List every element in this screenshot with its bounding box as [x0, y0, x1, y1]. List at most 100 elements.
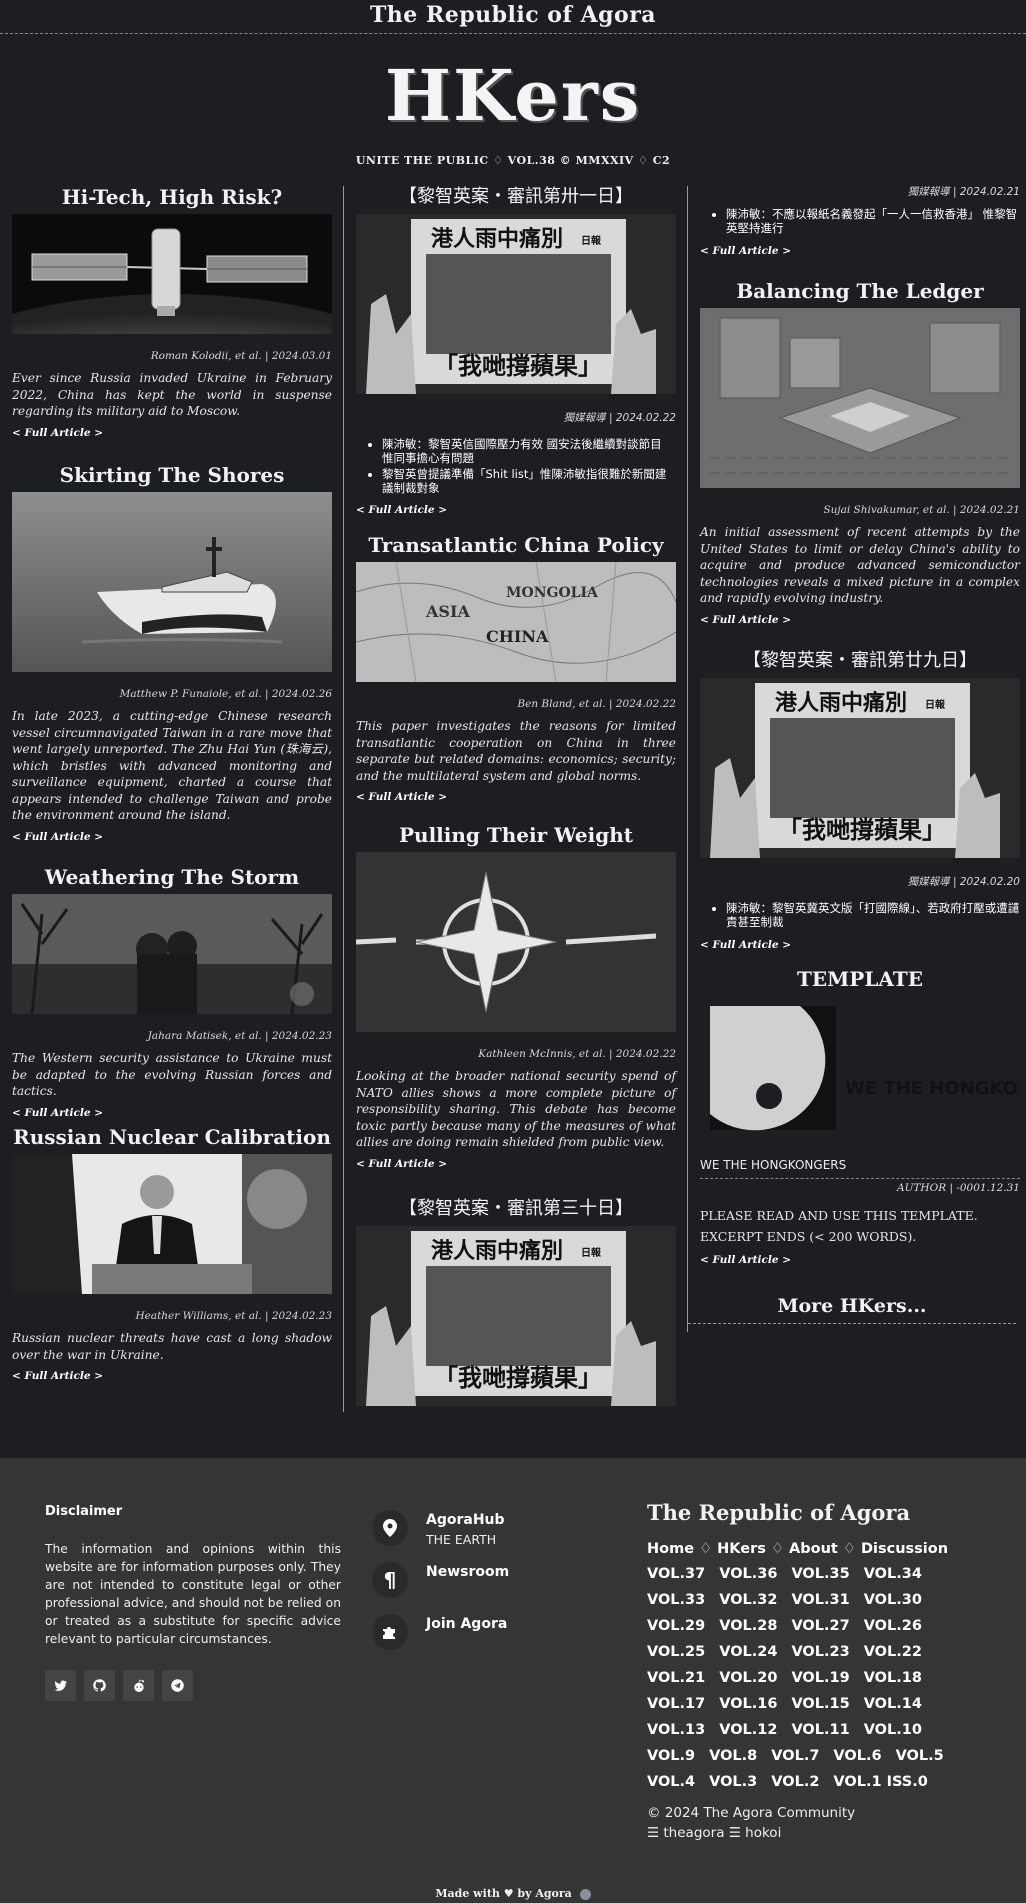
nav-discussion[interactable]: Discussion	[861, 1541, 948, 1557]
volume-link[interactable]: VOL.15	[791, 1691, 849, 1717]
template-body-1: PLEASE READ AND USE THIS TEMPLATE.	[700, 1208, 978, 1223]
article-image-newspaper[interactable]: 港人雨中痛別 日報 「我哋撐蘋果」	[356, 214, 676, 394]
article-image-map[interactable]: MONGOLIA ASIA CHINA	[356, 562, 676, 682]
github-icon[interactable]	[84, 1670, 115, 1701]
full-article-link[interactable]: < Full Article >	[12, 1107, 332, 1119]
newspaper-illustration: 港人雨中痛別 日報 「我哋撐蘋果」	[356, 214, 676, 394]
article-byline: 獨媒報導 | 2024.02.20	[907, 876, 1020, 888]
nav-home[interactable]: Home	[647, 1541, 694, 1557]
volume-link[interactable]: VOL.33	[647, 1587, 705, 1613]
site-title[interactable]: The Republic of Agora	[370, 2, 656, 28]
volume-link[interactable]: VOL.16	[719, 1691, 777, 1717]
article-image-satellite[interactable]	[12, 214, 332, 334]
volume-link[interactable]: VOL.7	[771, 1743, 819, 1769]
volume-link[interactable]: VOL.29	[647, 1613, 705, 1639]
volume-link[interactable]: VOL.22	[864, 1639, 922, 1665]
volume-link[interactable]: VOL.12	[719, 1717, 777, 1743]
volume-link[interactable]: VOL.30	[864, 1587, 922, 1613]
article-image-ship[interactable]	[12, 492, 332, 672]
volume-link[interactable]: VOL.27	[791, 1613, 849, 1639]
volume-link[interactable]: VOL.34	[864, 1561, 922, 1587]
volume-link[interactable]: VOL.35	[791, 1561, 849, 1587]
article-card: Russian Nuclear Calibration Heather Will…	[12, 1124, 332, 1382]
volume-link[interactable]: VOL.23	[791, 1639, 849, 1665]
location-pin-icon	[372, 1510, 408, 1546]
disclaimer-title: Disclaimer	[45, 1504, 123, 1519]
volume-link[interactable]: VOL.17	[647, 1691, 705, 1717]
volume-link[interactable]: VOL.1 ISS.0	[833, 1769, 927, 1795]
volume-link[interactable]: VOL.4	[647, 1769, 695, 1795]
volume-link[interactable]: VOL.21	[647, 1665, 705, 1691]
article-title[interactable]: Hi-Tech, High Risk?	[12, 184, 332, 210]
article-title[interactable]: 【黎智英案・審訊第卅一日】	[356, 184, 676, 210]
reddit-icon[interactable]	[123, 1670, 154, 1701]
more-hkers-link[interactable]: More HKers...	[777, 1295, 926, 1317]
volume-link[interactable]: VOL.32	[719, 1587, 777, 1613]
footer-logo[interactable]: The Republic of Agora	[647, 1500, 987, 1525]
newspaper-masthead: 日報	[581, 1246, 602, 1259]
article-title[interactable]: 【黎智英案・審訊第三十日】	[356, 1196, 676, 1222]
full-article-link[interactable]: < Full Article >	[700, 1254, 1020, 1266]
article-byline: Sujai Shivakumar, et al. | 2024.02.21	[823, 504, 1020, 516]
full-article-link[interactable]: < Full Article >	[12, 1370, 332, 1382]
template-meta: AUTHOR | -0001.12.31	[700, 1178, 1020, 1194]
nav-hkers[interactable]: HKers	[717, 1541, 766, 1557]
volume-link[interactable]: VOL.6	[833, 1743, 881, 1769]
article-image-template-logo[interactable]: WE THE HONGKONGERS	[700, 996, 1020, 1136]
volume-link[interactable]: VOL.25	[647, 1639, 705, 1665]
telegram-icon[interactable]	[162, 1670, 193, 1701]
volume-link[interactable]: VOL.24	[719, 1639, 777, 1665]
full-article-link[interactable]: < Full Article >	[700, 245, 1020, 257]
volume-link[interactable]: VOL.10	[864, 1717, 922, 1743]
article-card: 獨媒報導 | 2024.02.21 陳沛敏：不應以報紙名義發起「一人一信救香港」…	[700, 184, 1020, 257]
volume-link[interactable]: VOL.8	[709, 1743, 757, 1769]
article-title[interactable]: Transatlantic China Policy	[356, 532, 676, 558]
full-article-link[interactable]: < Full Article >	[356, 504, 676, 516]
volume-link[interactable]: VOL.28	[719, 1613, 777, 1639]
article-byline: Matthew P. Funaiole, et al. | 2024.02.26	[119, 688, 332, 700]
made-with-credit: Made with ♥ by Agora	[0, 1887, 1026, 1900]
full-article-link[interactable]: < Full Article >	[356, 791, 676, 803]
article-title[interactable]: 【黎智英案・審訊第廿九日】	[700, 648, 1020, 674]
full-article-link[interactable]: < Full Article >	[12, 427, 332, 439]
full-article-link[interactable]: < Full Article >	[12, 831, 332, 843]
article-title[interactable]: Weathering The Storm	[12, 864, 332, 890]
nato-flag-illustration	[356, 852, 676, 1032]
masthead: HKers	[0, 34, 1026, 146]
article-image-nato-flag[interactable]	[356, 852, 676, 1032]
volume-link[interactable]: VOL.37	[647, 1561, 705, 1587]
article-title[interactable]: Russian Nuclear Calibration	[12, 1124, 332, 1150]
volume-link[interactable]: VOL.5	[896, 1743, 944, 1769]
article-title[interactable]: TEMPLATE	[700, 966, 1020, 992]
article-image-soldiers[interactable]	[12, 894, 332, 1014]
volume-link[interactable]: VOL.26	[864, 1613, 922, 1639]
volume-link[interactable]: VOL.20	[719, 1665, 777, 1691]
full-article-link[interactable]: < Full Article >	[700, 614, 1020, 626]
bullet-item: 陳沛敏：黎智英冀英文版「打國際線」、若政府打壓或遭譴責甚至制裁	[726, 901, 1020, 929]
volume-link[interactable]: VOL.3	[709, 1769, 757, 1795]
article-image-chips[interactable]	[700, 308, 1020, 488]
article-image-speaker[interactable]	[12, 1154, 332, 1294]
volume-link[interactable]: VOL.31	[791, 1587, 849, 1613]
article-title[interactable]: Pulling Their Weight	[356, 822, 676, 848]
volume-link[interactable]: VOL.19	[791, 1665, 849, 1691]
volume-link[interactable]: VOL.18	[864, 1665, 922, 1691]
full-article-link[interactable]: < Full Article >	[356, 1158, 676, 1170]
full-article-link[interactable]: < Full Article >	[700, 939, 1020, 951]
article-image-newspaper[interactable]: 港人雨中痛別 日報 「我哋撐蘋果」	[356, 1226, 676, 1406]
article-image-newspaper[interactable]: 港人雨中痛別 日報 「我哋撐蘋果」	[700, 678, 1020, 858]
article-title[interactable]: Skirting The Shores	[12, 462, 332, 488]
hkers-logo[interactable]: HKers	[0, 34, 1026, 146]
volume-link[interactable]: VOL.2	[771, 1769, 819, 1795]
contact-title: AgoraHub	[426, 1512, 505, 1528]
article-title[interactable]: Balancing The Ledger	[700, 278, 1020, 304]
volume-link[interactable]: VOL.14	[864, 1691, 922, 1717]
twitter-icon[interactable]	[45, 1670, 76, 1701]
nav-about[interactable]: About	[789, 1541, 838, 1557]
volume-link[interactable]: VOL.36	[719, 1561, 777, 1587]
handles: ☰ theagora ☰ hokoi	[647, 1825, 782, 1841]
more-hkers: More HKers...	[688, 1295, 1016, 1324]
volume-link[interactable]: VOL.13	[647, 1717, 705, 1743]
volume-link[interactable]: VOL.9	[647, 1743, 695, 1769]
volume-link[interactable]: VOL.11	[791, 1717, 849, 1743]
